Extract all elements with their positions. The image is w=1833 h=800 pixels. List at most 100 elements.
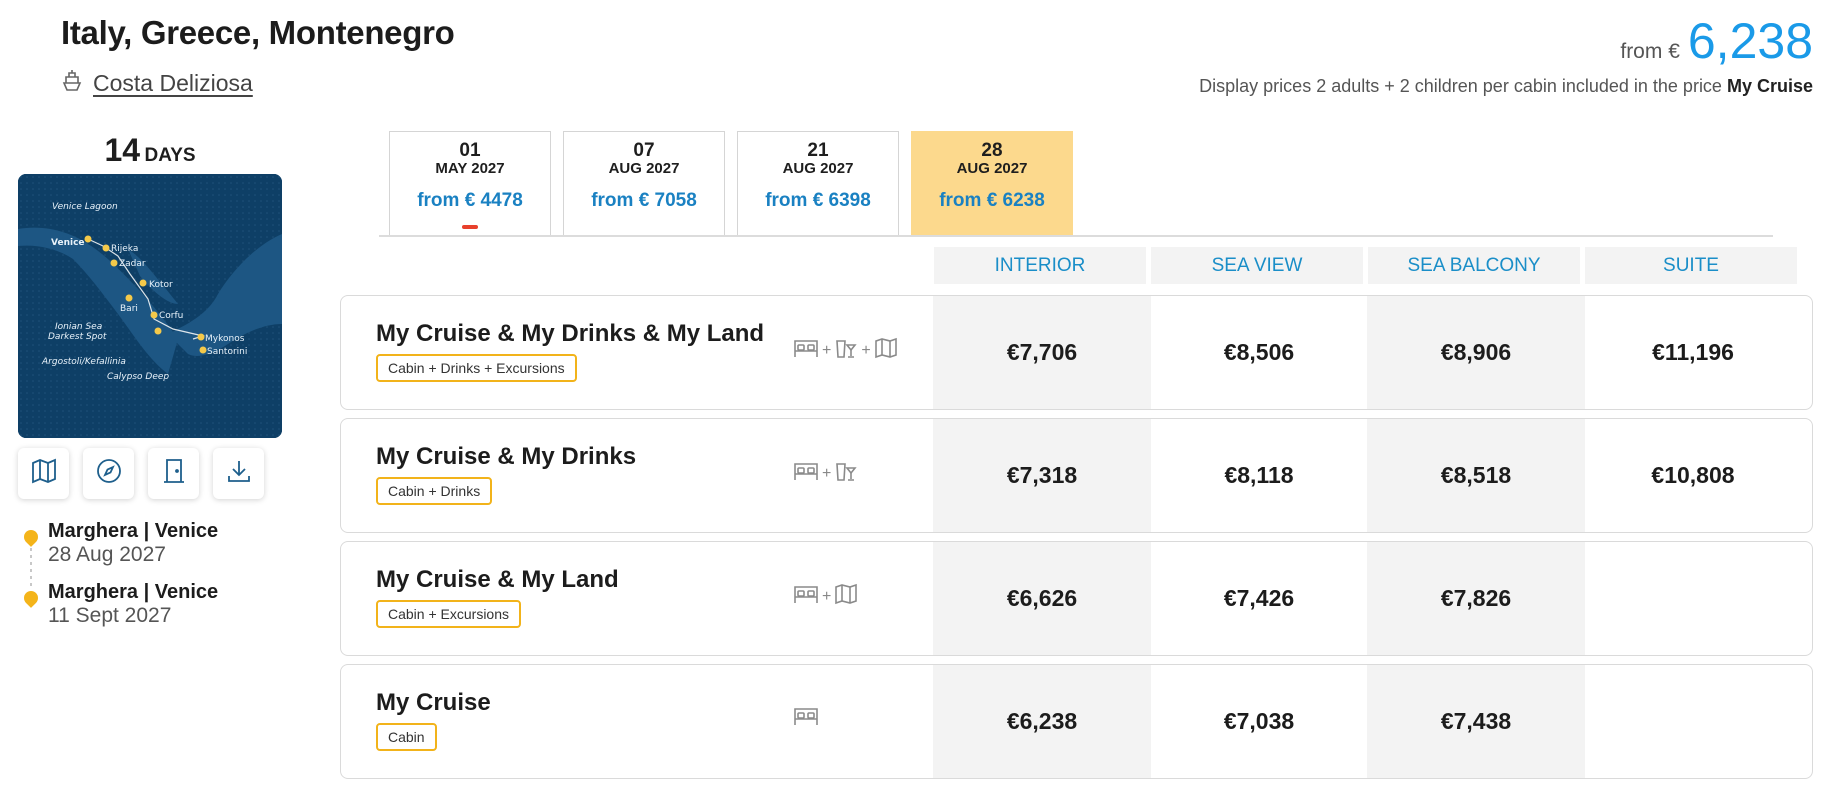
compass-icon bbox=[95, 457, 123, 490]
price-sea-view[interactable]: €8,506 bbox=[1150, 296, 1368, 409]
price-sea-balcony[interactable]: €7,438 bbox=[1367, 665, 1585, 778]
map-tools bbox=[18, 448, 264, 499]
bed-icon bbox=[793, 583, 819, 610]
page-title: Italy, Greece, Montenegro bbox=[61, 14, 455, 51]
duration: 14 DAYS bbox=[18, 132, 282, 169]
package-icons bbox=[793, 705, 819, 732]
date-tab-price: from € 6398 bbox=[765, 190, 871, 211]
map-label-ionian: Ionian Sea bbox=[55, 322, 102, 332]
price-sea-balcony[interactable]: €8,518 bbox=[1367, 419, 1585, 532]
ship-icon bbox=[61, 68, 83, 98]
map-label-zadar: Zadar bbox=[119, 259, 146, 269]
price-suite bbox=[1584, 542, 1802, 655]
package-row: My Cruise & My Drinks Cabin + Drinks + €… bbox=[340, 418, 1813, 533]
price-sea-balcony[interactable]: €8,906 bbox=[1367, 296, 1585, 409]
duration-unit: DAYS bbox=[144, 145, 196, 166]
price-interior[interactable]: €7,318 bbox=[933, 419, 1151, 532]
date-tab-month: AUG 2027 bbox=[608, 160, 680, 177]
itinerary-map[interactable]: Venice Lagoon Venice Rijeka Zadar Kotor … bbox=[18, 174, 282, 438]
package-tag: Cabin + Drinks + Excursions bbox=[376, 354, 577, 382]
date-tab-price: from € 7058 bbox=[591, 190, 697, 211]
price-sea-view[interactable]: €7,426 bbox=[1150, 542, 1368, 655]
location-pin-icon bbox=[21, 527, 41, 547]
bed-icon bbox=[793, 460, 819, 487]
date-tab-day: 28 bbox=[981, 140, 1003, 161]
map-label-kotor: Kotor bbox=[149, 280, 173, 290]
date-tab-month: AUG 2027 bbox=[956, 160, 1028, 177]
bed-icon bbox=[793, 705, 819, 732]
price-note: Display prices 2 adults + 2 children per… bbox=[1199, 76, 1813, 97]
date-tab-price: from € 6238 bbox=[939, 190, 1045, 211]
duration-number: 14 bbox=[104, 132, 141, 168]
price-note-text: Display prices 2 adults + 2 children per… bbox=[1199, 76, 1722, 96]
price-from: from € 6,238 bbox=[1620, 12, 1813, 70]
date-tab-01-may[interactable]: 01 MAY 2027 from € 4478 bbox=[389, 131, 551, 237]
map-label-bari: Bari bbox=[120, 304, 138, 314]
map-label-venice-lagoon: Venice Lagoon bbox=[52, 202, 118, 212]
price-interior[interactable]: €6,626 bbox=[933, 542, 1151, 655]
price-sea-view[interactable]: €7,038 bbox=[1150, 665, 1368, 778]
door-icon bbox=[160, 457, 188, 490]
date-tab-28-aug[interactable]: 28 AUG 2027 from € 6238 bbox=[911, 131, 1073, 237]
itinerary-stop: Marghera | Venice 11 Sept 2027 bbox=[21, 581, 219, 628]
itinerary-list: Marghera | Venice 28 Aug 2027 Marghera |… bbox=[21, 520, 219, 628]
package-tag: Cabin + Excursions bbox=[376, 600, 522, 628]
departure-date-tabs: 01 MAY 2027 from € 4478 07 AUG 2027 from… bbox=[389, 131, 1073, 237]
price-interior[interactable]: €6,238 bbox=[933, 665, 1151, 778]
package-name: My Cruise & My Drinks & My Land bbox=[376, 320, 765, 347]
excursion-map-icon bbox=[834, 582, 858, 611]
package-table: My Cruise & My Drinks & My Land Cabin + … bbox=[340, 295, 1813, 787]
bed-icon bbox=[793, 337, 819, 364]
column-header-interior: INTERIOR bbox=[934, 247, 1146, 284]
map-view-button[interactable] bbox=[18, 448, 69, 499]
package-row: My Cruise & My Land Cabin + Excursions +… bbox=[340, 541, 1813, 656]
excursion-map-icon bbox=[874, 336, 898, 365]
map-label-santorini: Santorini bbox=[207, 347, 247, 357]
date-tab-07-aug[interactable]: 07 AUG 2027 from € 7058 bbox=[563, 131, 725, 237]
cabin-type-headers: INTERIOR SEA VIEW SEA BALCONY SUITE bbox=[934, 247, 1797, 284]
price-from-label: from € bbox=[1620, 40, 1680, 63]
price-suite[interactable]: €11,196 bbox=[1584, 296, 1802, 409]
map-label-calypso: Calypso Deep bbox=[107, 372, 169, 382]
price-sea-balcony[interactable]: €7,826 bbox=[1367, 542, 1585, 655]
package-icons: + bbox=[793, 582, 858, 611]
map-label-corfu: Corfu bbox=[159, 311, 183, 321]
download-icon bbox=[225, 457, 253, 490]
ship-name[interactable]: Costa Deliziosa bbox=[93, 70, 253, 97]
itinerary-date: 11 Sept 2027 bbox=[48, 604, 172, 627]
price-sea-view[interactable]: €8,118 bbox=[1150, 419, 1368, 532]
location-pin-icon bbox=[21, 588, 41, 608]
date-tab-day: 21 bbox=[807, 140, 829, 161]
download-button[interactable] bbox=[213, 448, 264, 499]
column-header-sea-balcony: SEA BALCONY bbox=[1368, 247, 1580, 284]
itinerary-port: Marghera | Venice bbox=[48, 581, 219, 603]
ship-link[interactable]: Costa Deliziosa bbox=[61, 68, 253, 98]
itinerary-stop: Marghera | Venice 28 Aug 2027 bbox=[21, 520, 218, 567]
date-tab-marker bbox=[462, 225, 478, 229]
package-row: My Cruise & My Drinks & My Land Cabin + … bbox=[340, 295, 1813, 410]
itinerary-connector bbox=[30, 548, 32, 590]
map-label-darkest: Darkest Spot bbox=[48, 332, 107, 342]
date-tab-21-aug[interactable]: 21 AUG 2027 from € 6398 bbox=[737, 131, 899, 237]
compass-button[interactable] bbox=[83, 448, 134, 499]
price-suite[interactable]: €10,808 bbox=[1584, 419, 1802, 532]
package-icons: + + bbox=[793, 336, 898, 365]
package-icons: + bbox=[793, 459, 858, 488]
package-name: My Cruise & My Land bbox=[376, 566, 619, 593]
column-header-suite: SUITE bbox=[1585, 247, 1797, 284]
map-label-mykonos: Mykonos bbox=[205, 334, 245, 344]
price-interior[interactable]: €7,706 bbox=[933, 296, 1151, 409]
package-name: My Cruise & My Drinks bbox=[376, 443, 637, 470]
package-row: My Cruise Cabin €6,238 €7,038 €7,438 bbox=[340, 664, 1813, 779]
date-tab-price: from € 4478 bbox=[417, 190, 523, 211]
map-label-argostoli: Argostoli/Kefallinia bbox=[41, 357, 126, 367]
map-label-rijeka: Rijeka bbox=[111, 244, 138, 254]
cabin-door-button[interactable] bbox=[148, 448, 199, 499]
package-name: My Cruise bbox=[376, 689, 491, 716]
date-tab-day: 07 bbox=[633, 140, 655, 161]
column-header-sea-view: SEA VIEW bbox=[1151, 247, 1363, 284]
tabs-divider bbox=[379, 235, 1773, 237]
price-note-package: My Cruise bbox=[1726, 76, 1813, 96]
date-tab-day: 01 bbox=[459, 140, 481, 161]
date-tab-month: MAY 2027 bbox=[435, 160, 505, 177]
